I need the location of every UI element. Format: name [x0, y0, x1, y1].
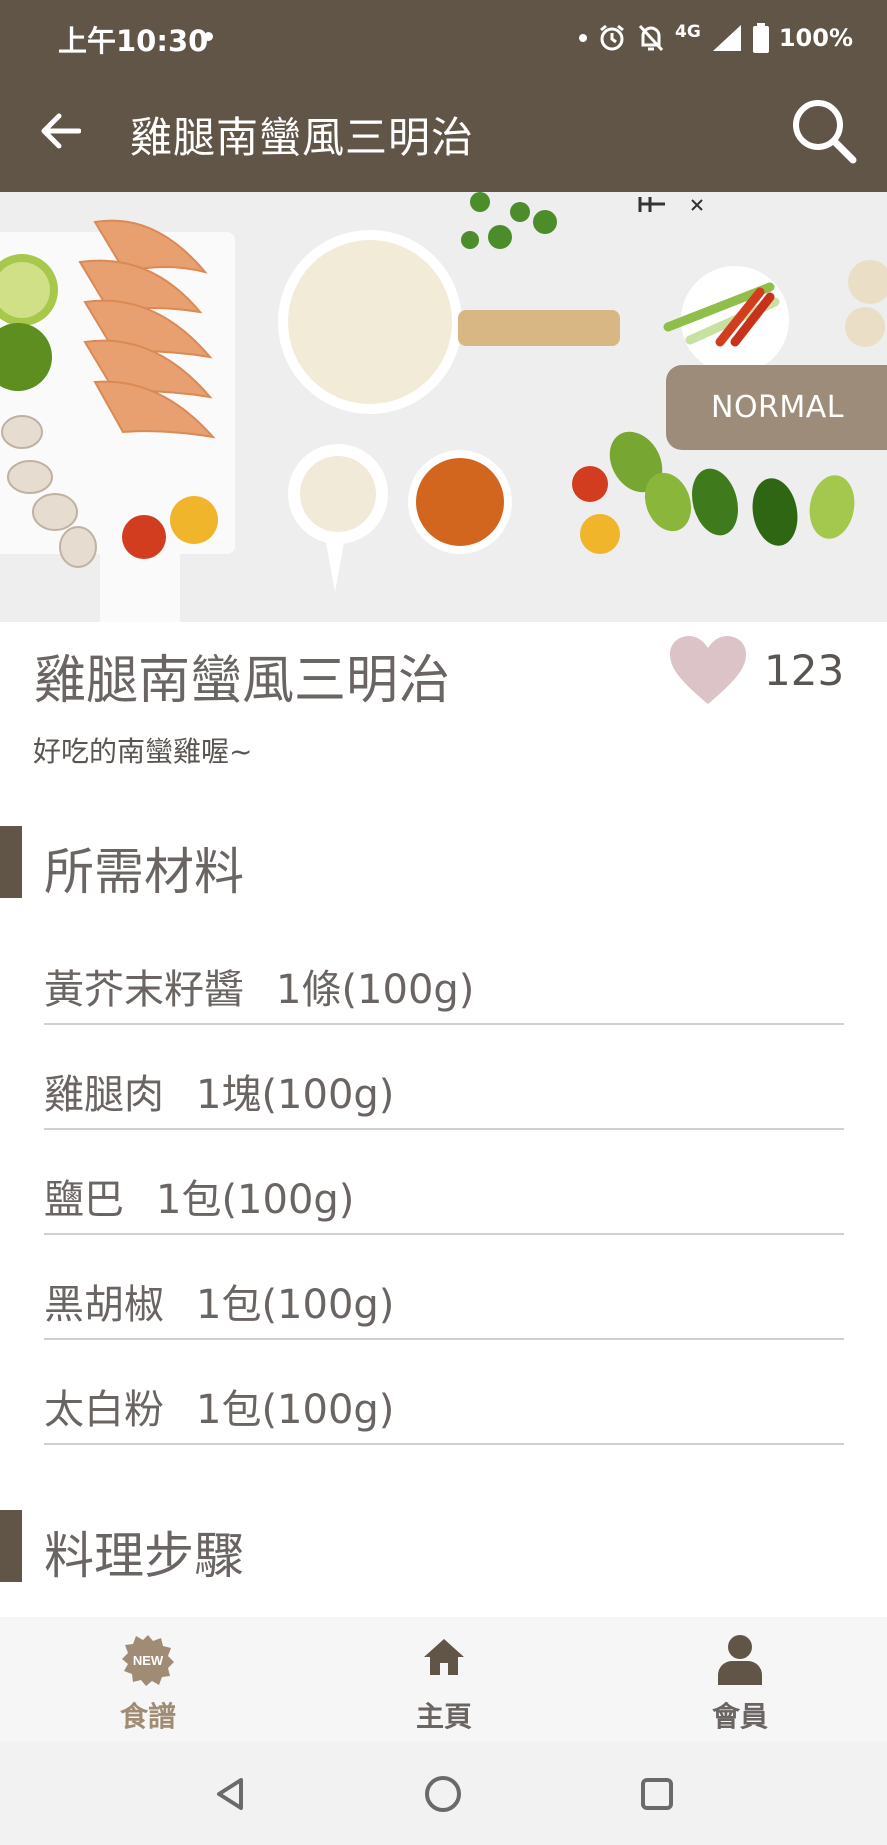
triangle-back-icon [217, 1778, 243, 1810]
status-bar: 上午10:30 4G 100% [0, 0, 887, 74]
nav-label: 食譜 [119, 1700, 176, 1733]
battery-icon [752, 23, 769, 53]
search-button[interactable] [785, 92, 863, 170]
signal-icon [712, 25, 741, 51]
ingredients-list: 黃芥末籽醬 1條(100g) 雞腿肉 1塊(100g) 鹽巴 1包(100g) 黑胡椒… [44, 920, 844, 1445]
ingredient-quantity: 1包(100g) [196, 1387, 395, 1433]
section-title: 所需材料 [44, 843, 244, 901]
nav-label: 主頁 [415, 1700, 472, 1733]
section-accent-bar [0, 1510, 22, 1582]
ingredient-row: 黑胡椒 1包(100g) [44, 1235, 844, 1340]
ingredient-name: 鹽巴 [44, 1177, 124, 1223]
difficulty-badge[interactable]: NORMAL [666, 365, 887, 450]
heart-icon [670, 636, 746, 704]
notification-dot [204, 32, 213, 41]
mute-bell-icon [638, 24, 664, 52]
ingredient-name: 黃芥末籽醬 [44, 967, 244, 1013]
arrow-left-icon [41, 113, 81, 149]
ingredient-quantity: 1塊(100g) [196, 1072, 395, 1118]
system-navigation-bar [0, 1741, 887, 1845]
status-icons: 4G 100% [579, 18, 853, 58]
ingredient-row: 鹽巴 1包(100g) [44, 1130, 844, 1235]
ingredient-row: 雞腿肉 1塊(100g) [44, 1025, 844, 1130]
ingredient-row: 太白粉 1包(100g) [44, 1340, 844, 1445]
ingredient-quantity: 1條(100g) [276, 967, 475, 1013]
like-count: 123 [764, 646, 845, 695]
circle-home-icon [425, 1776, 461, 1812]
network-type: 4G [675, 21, 701, 42]
status-time: 上午10:30 [58, 24, 209, 58]
square-recents-icon [641, 1778, 673, 1810]
system-recents-button[interactable] [632, 1769, 682, 1819]
ingredient-quantity: 1包(100g) [196, 1282, 395, 1328]
notification-dot [579, 34, 588, 42]
page-title: 雞腿南蠻風三明治 [130, 113, 475, 162]
like-button[interactable] [668, 634, 748, 708]
steps-section-header: 料理步驟 [0, 1510, 887, 1585]
ingredient-name: 太白粉 [44, 1387, 164, 1433]
section-accent-bar [0, 826, 22, 898]
nav-label: 會員 [711, 1700, 768, 1733]
bottom-navigation: NEW 食譜 主頁 會員 [0, 1617, 887, 1741]
nav-item-recipes[interactable]: NEW 食譜 [0, 1617, 296, 1741]
system-home-button[interactable] [418, 1769, 468, 1819]
search-icon [793, 100, 857, 164]
nav-item-member[interactable]: 會員 [592, 1617, 887, 1741]
home-icon [420, 1633, 468, 1685]
nav-item-home[interactable]: 主頁 [296, 1617, 592, 1741]
battery-percent: 100% [778, 24, 853, 52]
section-title: 料理步驟 [44, 1527, 244, 1585]
new-badge-text: NEW [133, 1653, 164, 1668]
alarm-icon [600, 24, 624, 51]
ingredients-section-header: 所需材料 [0, 826, 887, 901]
system-back-button[interactable] [206, 1769, 256, 1819]
back-button[interactable] [34, 104, 88, 158]
user-icon [716, 1633, 764, 1691]
ingredient-name: 黑胡椒 [44, 1282, 164, 1328]
ingredient-row: 黃芥末籽醬 1條(100g) [44, 920, 844, 1025]
new-badge-icon: NEW [121, 1633, 175, 1691]
ingredient-name: 雞腿肉 [44, 1072, 164, 1118]
recipe-description: 好吃的南蠻雞喔~ [33, 735, 253, 768]
ingredient-quantity: 1包(100g) [156, 1177, 355, 1223]
app-header: 上午10:30 4G 100% 雞腿南蠻風三明治 [0, 0, 887, 192]
recipe-title: 雞腿南蠻風三明治 [34, 651, 451, 711]
